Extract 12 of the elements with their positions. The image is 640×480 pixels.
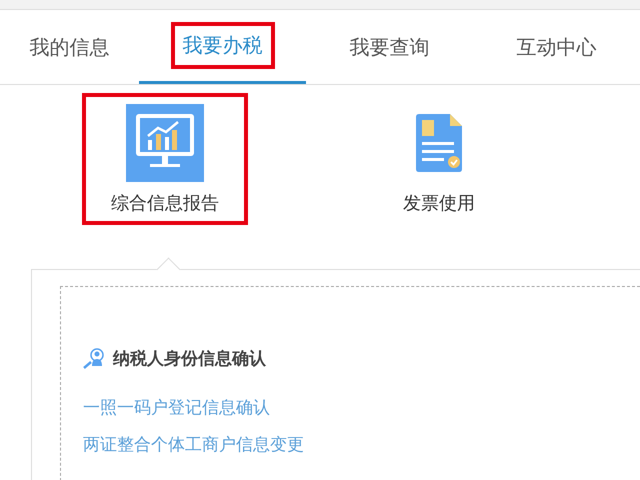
service-tile[interactable]: 综合信息报告 — [82, 93, 248, 225]
tab[interactable]: 我的信息 — [0, 10, 140, 84]
tile-label: 综合信息报告 — [111, 192, 219, 215]
tab[interactable]: 互动中心 — [473, 10, 640, 84]
tile-label: 发票使用 — [403, 192, 475, 215]
service-tile[interactable]: 发票使用 — [356, 93, 522, 225]
section-title: 纳税人身份信息确认 — [113, 348, 266, 370]
person-search-icon — [83, 348, 105, 370]
document-check-icon — [416, 114, 462, 172]
tab[interactable]: 我要办税 — [139, 10, 306, 84]
monitor-chart-icon — [126, 104, 204, 182]
tab[interactable]: 我要查询 — [306, 10, 474, 84]
